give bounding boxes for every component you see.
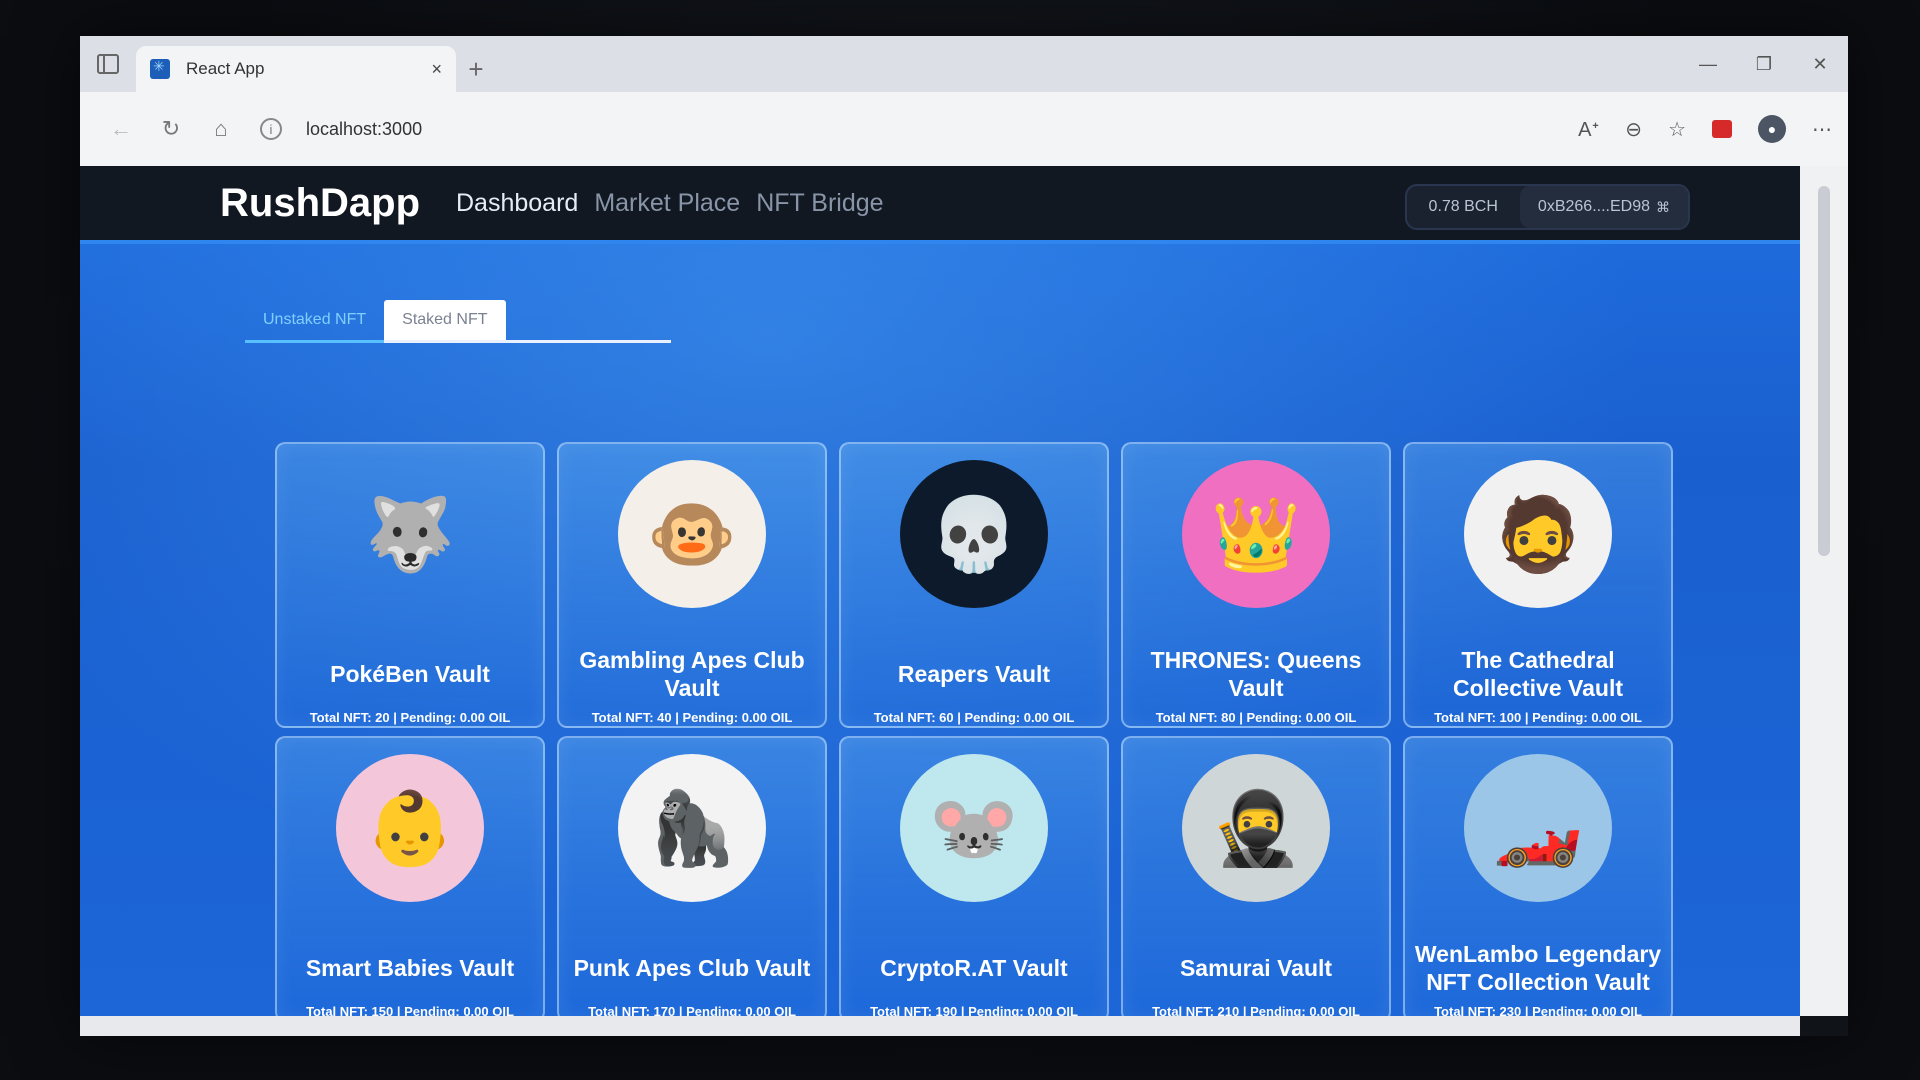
back-icon[interactable]: ← <box>96 116 146 142</box>
vault-name: THRONES: Queens Vault <box>1150 647 1362 701</box>
vault-meta: Total NFT: 170 | Pending: 0.00 OIL <box>588 1004 796 1016</box>
vault-name: CryptoR.AT Vault <box>880 955 1068 981</box>
wallet-identicon-icon: ⌘ <box>1656 198 1670 215</box>
react-favicon-icon <box>150 58 170 79</box>
vault-meta: Total NFT: 40 | Pending: 0.00 OIL <box>591 710 793 725</box>
tab-actions-button[interactable] <box>80 36 136 92</box>
vault-grid: 🐺 PokéBen Vault Total NFT: 20 | Pending:… <box>275 442 1685 1016</box>
window-controls: — ❐ ✕ <box>1680 36 1848 92</box>
new-tab-button[interactable]: + <box>456 46 496 92</box>
app-navbar: RushDapp Dashboard Market Place NFT Brid… <box>80 166 1800 244</box>
extension-icon[interactable] <box>1712 120 1732 138</box>
nav-dashboard[interactable]: Dashboard <box>456 189 578 218</box>
vault-card[interactable]: 🐭 CryptoR.AT Vault Total NFT: 190 | Pend… <box>839 736 1109 1016</box>
tab-staked-nft[interactable]: Staked NFT <box>384 300 506 340</box>
vault-meta: Total NFT: 100 | Pending: 0.00 OIL <box>1434 710 1642 725</box>
vault-name: Gambling Apes Club Vault <box>579 647 805 701</box>
profile-icon[interactable]: ● <box>1758 115 1786 143</box>
wallet-balance: 0.78 BCH <box>1428 198 1498 215</box>
nft-tabs: Unstaked NFT Staked NFT <box>245 300 671 343</box>
vault-name: PokéBen Vault <box>330 661 490 687</box>
url-field[interactable]: i localhost:3000 <box>260 109 1460 149</box>
url-text: localhost:3000 <box>306 118 423 139</box>
vault-meta: Total NFT: 60 | Pending: 0.00 OIL <box>873 710 1075 725</box>
vault-card[interactable]: 🥷 Samurai Vault Total NFT: 210 | Pending… <box>1121 736 1391 1016</box>
crypto-rat-avatar-icon: 🐭 <box>900 754 1048 902</box>
lambo-avatar-icon: 🏎️ <box>1464 754 1612 902</box>
monitor-frame: React App × + — ❐ ✕ ← ↻ ⌂ i localhost:30… <box>0 0 1920 1080</box>
vault-card[interactable]: 👑 THRONES: Queens Vault Total NFT: 80 | … <box>1121 442 1391 728</box>
vault-meta: Total NFT: 80 | Pending: 0.00 OIL <box>1155 710 1357 725</box>
vault-meta: Total NFT: 190 | Pending: 0.00 OIL <box>870 1004 1078 1016</box>
vault-card[interactable]: 🏎️ WenLambo Legendary NFT Collection Vau… <box>1403 736 1673 1016</box>
vault-card[interactable]: 👶 Smart Babies Vault Total NFT: 150 | Pe… <box>275 736 545 1016</box>
sidebar-icon <box>97 54 119 74</box>
vault-name: Reapers Vault <box>897 661 1051 687</box>
vault-name: Samurai Vault <box>1179 955 1333 981</box>
info-icon[interactable]: i <box>260 118 282 140</box>
samurai-avatar-icon: 🥷 <box>1182 754 1330 902</box>
window-close-button[interactable]: ✕ <box>1792 54 1848 75</box>
browser-window: React App × + — ❐ ✕ ← ↻ ⌂ i localhost:30… <box>80 36 1848 1036</box>
queen-avatar-icon: 👑 <box>1182 460 1330 608</box>
favorite-icon[interactable]: ☆ <box>1668 117 1686 142</box>
brand-logo[interactable]: RushDapp <box>220 181 420 226</box>
vault-card[interactable]: 🦍 Punk Apes Club Vault Total NFT: 170 | … <box>557 736 827 1016</box>
reaper-avatar-icon: 💀 <box>900 460 1048 608</box>
gambling-ape-avatar-icon: 🐵 <box>618 460 766 608</box>
punk-ape-avatar-icon: 🦍 <box>618 754 766 902</box>
wallet-widget[interactable]: 0.78 BCH 0xB266....ED98 ⌘ <box>1404 184 1690 230</box>
scrollbar-thumb[interactable] <box>1818 186 1830 556</box>
tab-unstaked-nft[interactable]: Unstaked NFT <box>245 300 385 343</box>
cathedral-avatar-icon: 🧔 <box>1464 460 1612 608</box>
smart-baby-avatar-icon: 👶 <box>336 754 484 902</box>
tab-close-button[interactable]: × <box>431 59 442 80</box>
vault-meta: Total NFT: 20 | Pending: 0.00 OIL <box>309 710 511 725</box>
nav-market-place[interactable]: Market Place <box>594 189 740 218</box>
vertical-scrollbar[interactable] <box>1800 166 1848 1016</box>
browser-toolbar: Aᐩ ⊖ ☆ ● ⋯ <box>1578 115 1832 143</box>
wallet-address: 0xB266....ED98 <box>1537 198 1650 215</box>
vault-card[interactable]: 🧔 The Cathedral Collective Vault Total N… <box>1403 442 1673 728</box>
vault-meta: Total NFT: 210 | Pending: 0.00 OIL <box>1152 1004 1360 1016</box>
app-root: RushDapp Dashboard Market Place NFT Brid… <box>80 166 1800 1016</box>
vault-name: Smart Babies Vault <box>305 955 515 981</box>
vault-name: The Cathedral Collective Vault <box>1452 647 1623 701</box>
tab-bar: React App × + — ❐ ✕ <box>80 36 1848 92</box>
home-icon[interactable]: ⌂ <box>196 116 246 142</box>
vault-card[interactable]: 🐵 Gambling Apes Club Vault Total NFT: 40… <box>557 442 827 728</box>
zoom-icon[interactable]: ⊖ <box>1625 117 1642 142</box>
vault-meta: Total NFT: 150 | Pending: 0.00 OIL <box>306 1004 514 1016</box>
restore-button[interactable]: ❐ <box>1736 54 1792 75</box>
more-icon[interactable]: ⋯ <box>1812 117 1832 142</box>
read-aloud-icon[interactable]: Aᐩ <box>1578 117 1599 142</box>
nav-nft-bridge[interactable]: NFT Bridge <box>756 189 883 218</box>
vault-name: Punk Apes Club Vault <box>573 955 811 981</box>
wallet-address-button[interactable]: 0xB266....ED98 ⌘ <box>1519 186 1688 228</box>
pokeben-avatar-icon: 🐺 <box>365 494 455 575</box>
browser-tab[interactable]: React App × <box>136 46 456 92</box>
address-bar: ← ↻ ⌂ i localhost:3000 Aᐩ ⊖ ☆ ● ⋯ <box>80 92 1848 166</box>
vault-card[interactable]: 💀 Reapers Vault Total NFT: 60 | Pending:… <box>839 442 1109 728</box>
vault-name: WenLambo Legendary NFT Collection Vault <box>1414 941 1662 995</box>
vault-meta: Total NFT: 230 | Pending: 0.00 OIL <box>1434 1004 1642 1016</box>
horizontal-scrollbar[interactable] <box>80 1016 1800 1036</box>
vault-card[interactable]: 🐺 PokéBen Vault Total NFT: 20 | Pending:… <box>275 442 545 728</box>
minimize-button[interactable]: — <box>1680 54 1736 75</box>
tab-title: React App <box>186 59 265 78</box>
refresh-icon[interactable]: ↻ <box>146 116 196 142</box>
